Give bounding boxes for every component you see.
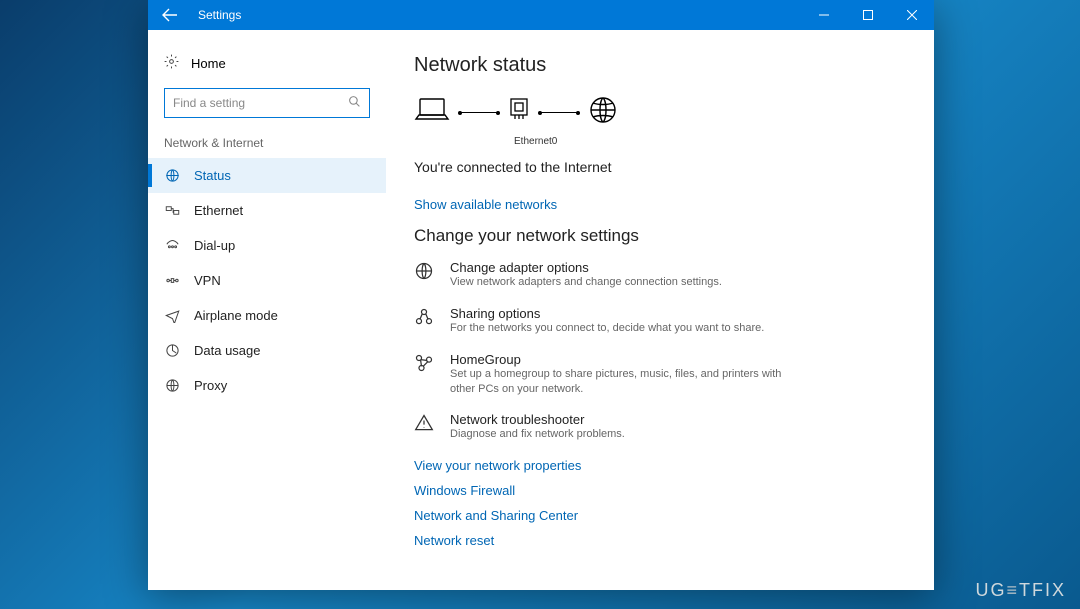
ethernet-icon	[164, 203, 180, 218]
connection-status: You're connected to the Internet	[414, 159, 906, 175]
sidebar-item-airplane[interactable]: Airplane mode	[148, 298, 386, 333]
option-desc: Diagnose and fix network problems.	[450, 427, 625, 442]
search-input-container[interactable]	[164, 88, 370, 118]
data-usage-icon	[164, 343, 180, 358]
network-diagram	[414, 95, 906, 130]
main-content: Network status Ethernet0 You're connecte…	[386, 30, 934, 590]
option-desc: Set up a homegroup to share pictures, mu…	[450, 367, 794, 397]
sidebar-item-label: Airplane mode	[194, 308, 278, 323]
connection-line	[460, 112, 498, 113]
link-firewall[interactable]: Windows Firewall	[414, 483, 906, 498]
adapter-label: Ethernet0	[514, 136, 906, 147]
proxy-icon	[164, 378, 180, 393]
sidebar-item-vpn[interactable]: VPN	[148, 263, 386, 298]
settings-window: Settings Home	[148, 0, 934, 590]
option-title: Network troubleshooter	[450, 412, 625, 427]
laptop-icon	[414, 96, 450, 129]
airplane-icon	[164, 308, 180, 323]
sidebar-item-dialup[interactable]: Dial-up	[148, 228, 386, 263]
option-adapter[interactable]: Change adapter options View network adap…	[414, 260, 794, 290]
option-sharing[interactable]: Sharing options For the networks you con…	[414, 306, 794, 336]
link-sharing-center[interactable]: Network and Sharing Center	[414, 508, 906, 523]
close-button[interactable]	[890, 0, 934, 30]
dialup-icon	[164, 238, 180, 253]
sidebar: Home Network & Internet Status	[148, 30, 386, 590]
gear-icon	[164, 54, 179, 72]
sidebar-item-label: VPN	[194, 273, 221, 288]
sidebar-item-status[interactable]: Status	[148, 158, 386, 193]
option-title: Change adapter options	[450, 260, 722, 275]
back-button[interactable]	[148, 0, 192, 30]
sidebar-item-proxy[interactable]: Proxy	[148, 368, 386, 403]
sharing-icon	[414, 306, 436, 336]
sidebar-item-label: Data usage	[194, 343, 261, 358]
home-nav[interactable]: Home	[148, 54, 386, 88]
option-desc: View network adapters and change connect…	[450, 275, 722, 290]
option-title: Sharing options	[450, 306, 764, 321]
search-icon	[348, 95, 361, 111]
page-title: Network status	[414, 54, 906, 77]
link-properties[interactable]: View your network properties	[414, 458, 906, 473]
watermark: UG≡TFIX	[975, 580, 1066, 601]
link-network-reset[interactable]: Network reset	[414, 533, 906, 548]
connection-line	[540, 112, 578, 113]
sidebar-section-label: Network & Internet	[148, 128, 386, 158]
globe-icon	[588, 95, 618, 130]
titlebar: Settings	[148, 0, 934, 30]
sidebar-item-label: Ethernet	[194, 203, 243, 218]
option-troubleshooter[interactable]: Network troubleshooter Diagnose and fix …	[414, 412, 794, 442]
sidebar-item-label: Dial-up	[194, 238, 235, 253]
vpn-icon	[164, 273, 180, 288]
option-desc: For the networks you connect to, decide …	[450, 321, 764, 336]
sidebar-item-datausage[interactable]: Data usage	[148, 333, 386, 368]
option-homegroup[interactable]: HomeGroup Set up a homegroup to share pi…	[414, 352, 794, 397]
bottom-links: View your network properties Windows Fir…	[414, 458, 906, 548]
sidebar-item-label: Status	[194, 168, 231, 183]
maximize-button[interactable]	[846, 0, 890, 30]
show-networks-link[interactable]: Show available networks	[414, 197, 906, 212]
adapter-options-icon	[414, 260, 436, 290]
sidebar-item-ethernet[interactable]: Ethernet	[148, 193, 386, 228]
minimize-button[interactable]	[802, 0, 846, 30]
window-title: Settings	[192, 8, 241, 22]
homegroup-icon	[414, 352, 436, 397]
adapter-icon	[508, 97, 530, 128]
sidebar-item-label: Proxy	[194, 378, 227, 393]
section-title: Change your network settings	[414, 226, 906, 246]
search-input[interactable]	[173, 96, 348, 110]
troubleshoot-icon	[414, 412, 436, 442]
option-title: HomeGroup	[450, 352, 794, 367]
status-icon	[164, 168, 180, 183]
home-label: Home	[191, 56, 226, 71]
